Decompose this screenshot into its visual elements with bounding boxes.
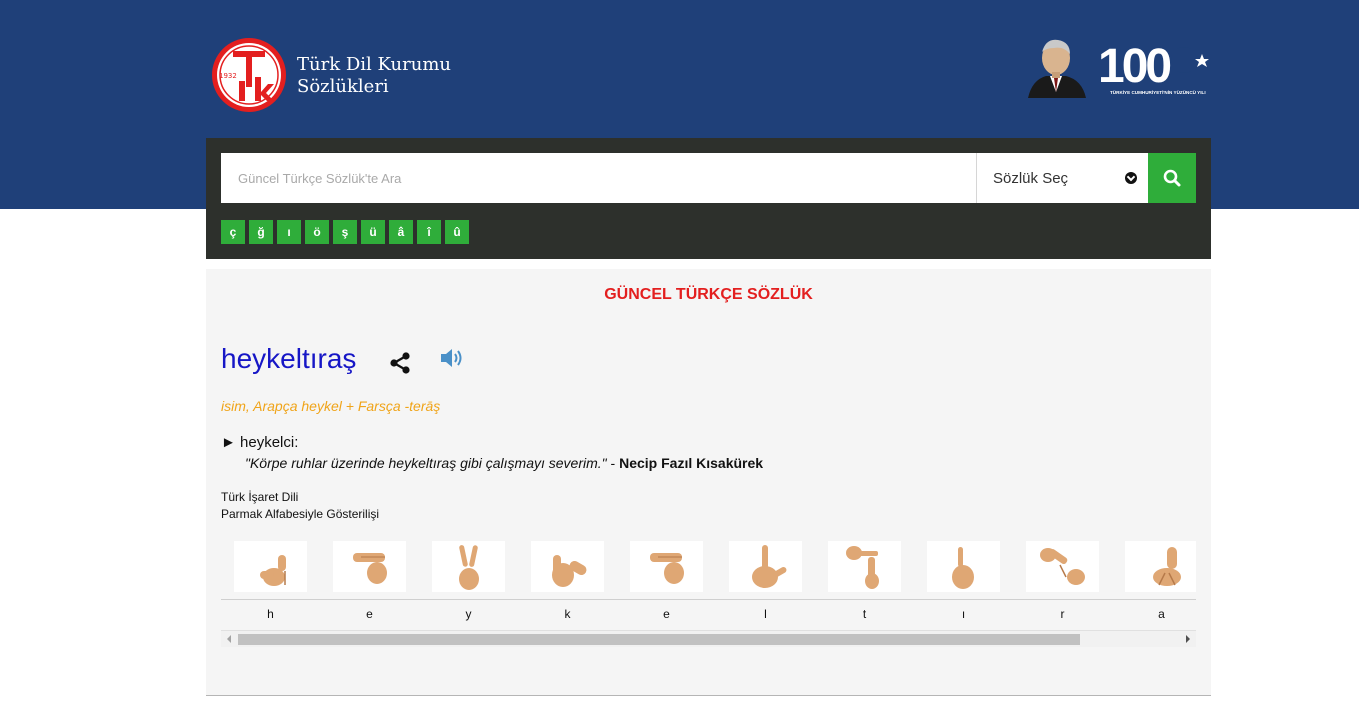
sign-divider (419, 599, 518, 600)
sign-letter-label: e (663, 607, 670, 621)
sign-hand-image (1125, 541, 1196, 592)
scroll-left-arrow[interactable] (227, 635, 231, 643)
example-author: Necip Fazıl Kısakürek (619, 455, 764, 471)
sign-divider (815, 599, 914, 600)
letter-button[interactable]: ü (361, 220, 385, 244)
sign-letter-label: r (1060, 607, 1065, 621)
sign-divider (1112, 599, 1196, 600)
headword: heykeltıraş (221, 343, 357, 374)
letter-button[interactable]: î (417, 220, 441, 244)
sign-letter-cell: k (518, 539, 617, 627)
sign-letter-label: y (465, 607, 472, 621)
sign-letter-cell: e (617, 539, 716, 627)
search-input[interactable] (221, 153, 976, 203)
example-separator: - (606, 455, 620, 471)
brand-line-1: Türk Dil Kurumu (297, 54, 452, 75)
sign-letter-cell: ı (914, 539, 1013, 627)
sign-letter-cell: e (320, 539, 419, 627)
meaning-text: ► heykelci: (221, 434, 299, 451)
letter-button[interactable]: ç (221, 220, 245, 244)
sign-letter-label: h (267, 607, 274, 621)
sign-letter-cell: t (815, 539, 914, 627)
sign-letter-label: ı (961, 607, 966, 621)
letter-button[interactable]: û (445, 220, 469, 244)
sign-title-line-1: Türk İşaret Dili (221, 490, 299, 504)
sign-divider (320, 599, 419, 600)
sign-letter-cell: a (1112, 539, 1196, 627)
letter-button[interactable]: ş (333, 220, 357, 244)
sign-hand-image (234, 541, 307, 592)
chevron-down-icon (1125, 172, 1137, 184)
sign-hand-image (531, 541, 604, 592)
share-icon[interactable] (389, 351, 411, 375)
search-panel: Sözlük Seç ç ğ ı ö ş ü â î û (206, 138, 1211, 259)
letter-button[interactable]: ö (305, 220, 329, 244)
example-sentence: "Körpe ruhlar üzerinde heykeltıraş gibi … (245, 455, 763, 471)
sign-letter-label: a (1158, 607, 1165, 621)
entry-panel: GÜNCEL TÜRKÇE SÖZLÜK heykeltıraş isim, A… (206, 269, 1211, 696)
letter-button[interactable]: ı (277, 220, 301, 244)
sign-language-title: Türk İşaret Dili Parmak Alfabesiyle Göst… (221, 489, 379, 523)
sign-title-line-2: Parmak Alfabesiyle Gösterilişi (221, 507, 380, 521)
sign-divider (221, 599, 320, 600)
search-icon (1163, 169, 1181, 187)
dictionary-select-label: Sözlük Seç (993, 170, 1069, 187)
sign-letter-cell: h (221, 539, 320, 627)
sign-letter-cell: l (716, 539, 815, 627)
sign-divider (914, 599, 1013, 600)
svg-text:1932: 1932 (219, 72, 237, 80)
sign-hand-image (630, 541, 703, 592)
dictionary-title: GÜNCEL TÜRKÇE SÖZLÜK (604, 286, 813, 303)
sign-divider (617, 599, 716, 600)
scroll-thumb[interactable] (238, 634, 1080, 645)
sign-alphabet-row: heykeltıra (221, 539, 1196, 627)
svg-text:TÜRKİYE CUMHURİYETİ'NİN YÜZÜNC: TÜRKİYE CUMHURİYETİ'NİN YÜZÜNCÜ YILI (1110, 89, 1206, 95)
sign-hand-image (729, 541, 802, 592)
sign-letter-cell: r (1013, 539, 1112, 627)
grammar-info: isim, Arapça heykel + Farsça -terāş (221, 398, 441, 414)
sign-letter-label: e (366, 607, 373, 621)
sign-letter-label: t (862, 607, 867, 621)
centennial-logo: 100 TÜRKİYE CUMHURİYETİ'NİN YÜZÜNCÜ YILI (1098, 36, 1214, 98)
sign-letter-label: k (564, 607, 571, 621)
ataturk-portrait (1024, 36, 1088, 98)
special-letters-bar: ç ğ ı ö ş ü â î û (221, 220, 469, 244)
tdk-logo[interactable]: 1932 (211, 37, 287, 113)
brand-name[interactable]: Türk Dil Kurumu Sözlükleri (297, 54, 451, 98)
horizontal-scrollbar[interactable] (221, 631, 1196, 647)
sign-alphabet-strip[interactable]: heykeltıra (221, 539, 1196, 627)
letter-button[interactable]: â (389, 220, 413, 244)
sign-hand-image (333, 541, 406, 592)
speaker-icon[interactable] (440, 347, 466, 369)
sign-letter-label: l (764, 607, 767, 621)
sign-divider (1013, 599, 1112, 600)
sign-hand-image (1026, 541, 1099, 592)
brand-line-2: Sözlükleri (297, 76, 389, 97)
sign-hand-image (432, 541, 505, 592)
sign-hand-image (828, 541, 901, 592)
scroll-right-arrow[interactable] (1186, 635, 1190, 643)
letter-button[interactable]: ğ (249, 220, 273, 244)
sign-divider (518, 599, 617, 600)
example-quote: "Körpe ruhlar üzerinde heykeltıraş gibi … (245, 455, 607, 471)
sign-letter-cell: y (419, 539, 518, 627)
search-button[interactable] (1148, 153, 1196, 203)
dictionary-select[interactable]: Sözlük Seç (976, 153, 1148, 203)
sign-divider (716, 599, 815, 600)
sign-hand-image (927, 541, 1000, 592)
svg-text:100: 100 (1098, 40, 1170, 93)
